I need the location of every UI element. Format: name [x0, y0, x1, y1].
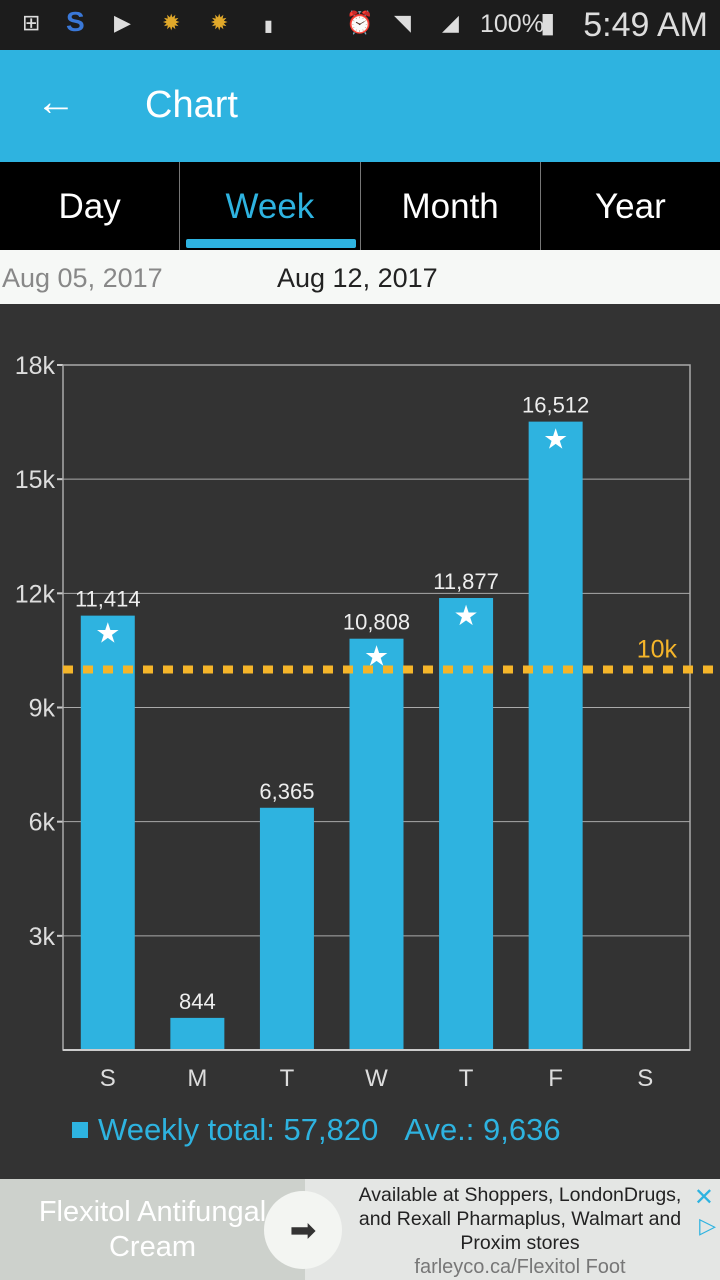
tab-month[interactable]: Month [361, 162, 541, 250]
y-tick-label: 3k [29, 923, 56, 951]
bar-value-label: 11,877 [433, 569, 499, 594]
clock: 5:49 AM [583, 6, 708, 44]
previous-week-date[interactable]: Aug 05, 2017 [2, 263, 163, 294]
ad-headline[interactable]: Flexitol Antifungal Cream [0, 1179, 305, 1280]
s-health-icon: S [66, 6, 85, 37]
adchoices-icon[interactable]: ▷ [699, 1213, 716, 1239]
arrow-right-icon[interactable]: ➡ [264, 1191, 342, 1269]
goal-label: 10k [637, 635, 678, 663]
battery-percent: 100% [480, 10, 544, 38]
period-tabs: Day Week Month Year [0, 162, 720, 250]
bar-value-label: 6,365 [259, 779, 314, 804]
close-icon[interactable]: ✕ [694, 1183, 714, 1212]
app-bar: ← Chart [0, 50, 720, 162]
star-icon: ★ [95, 618, 120, 649]
x-tick-label: S [100, 1065, 116, 1092]
battery-icon: ▮ [540, 7, 556, 38]
weather-icon: ✹ [210, 10, 229, 35]
status-bar: ⊞ S ▶ ✹ ✹ ▮ ⏰ ◥ ◢ 100% ▮ 5:49 AM [0, 0, 720, 50]
tab-week[interactable]: Week [180, 162, 361, 250]
tab-year[interactable]: Year [541, 162, 720, 250]
y-tick-label: 12k [15, 580, 56, 608]
tab-day[interactable]: Day [0, 162, 181, 250]
alarm-icon: ⏰ [346, 10, 374, 35]
x-tick-label: S [637, 1065, 653, 1092]
ad-banner[interactable]: Flexitol Antifungal Cream ➡ Available at… [0, 1179, 720, 1280]
star-icon: ★ [454, 600, 479, 631]
weekly-total: Weekly total: 57,820 [98, 1112, 379, 1147]
bar [528, 421, 583, 1050]
x-tick-label: M [187, 1065, 207, 1092]
wifi-icon: ◥ [394, 10, 411, 35]
y-tick-label: 15k [15, 466, 56, 494]
youtube-icon: ▶ [114, 10, 131, 35]
current-week-date: Aug 12, 2017 [277, 263, 438, 293]
bar [80, 615, 135, 1050]
y-tick-label: 18k [15, 352, 56, 380]
ad-body[interactable]: Available at Shoppers, LondonDrugs, and … [350, 1183, 690, 1279]
bar-value-label: 16,512 [522, 393, 589, 418]
star-icon: ★ [543, 424, 568, 455]
steps-bar-chart: 3k 6k 9k 12k 15k 18k 11,414 ★ S 844 M 6,365 T 10,808 ★… [15, 352, 720, 1092]
weather-icon: ✹ [162, 10, 181, 35]
bar [349, 638, 404, 1050]
weekly-summary: Weekly total: 57,820 Ave.: 9,636 [72, 1112, 561, 1148]
date-navigator: Aug 05, 2017 Aug 12, 2017 [0, 250, 720, 304]
x-tick-label: T [459, 1065, 474, 1092]
ad-text: Available at Shoppers, LondonDrugs, and … [358, 1184, 682, 1254]
ad-url: farleyco.ca/Flexitol Foot [414, 1256, 626, 1278]
page-title: Chart [145, 84, 238, 126]
x-tick-label: T [280, 1065, 295, 1092]
bar [170, 1017, 225, 1050]
signal-icon: ◢ [442, 10, 459, 35]
add-icon: ⊞ [22, 10, 41, 35]
bar [259, 807, 314, 1050]
weekly-average: Ave.: 9,636 [404, 1112, 561, 1147]
x-tick-label: W [365, 1065, 388, 1092]
bar-value-label: 11,414 [75, 587, 141, 612]
bar-value-label: 10,808 [343, 610, 410, 635]
legend-swatch [72, 1122, 88, 1138]
battery-100-icon: ▮ [264, 18, 273, 35]
y-tick-label: 6k [29, 809, 56, 837]
arrow-left-icon[interactable]: ← [36, 80, 76, 125]
x-tick-label: F [548, 1065, 563, 1092]
bar-value-label: 844 [179, 989, 216, 1014]
y-tick-label: 9k [29, 695, 56, 723]
